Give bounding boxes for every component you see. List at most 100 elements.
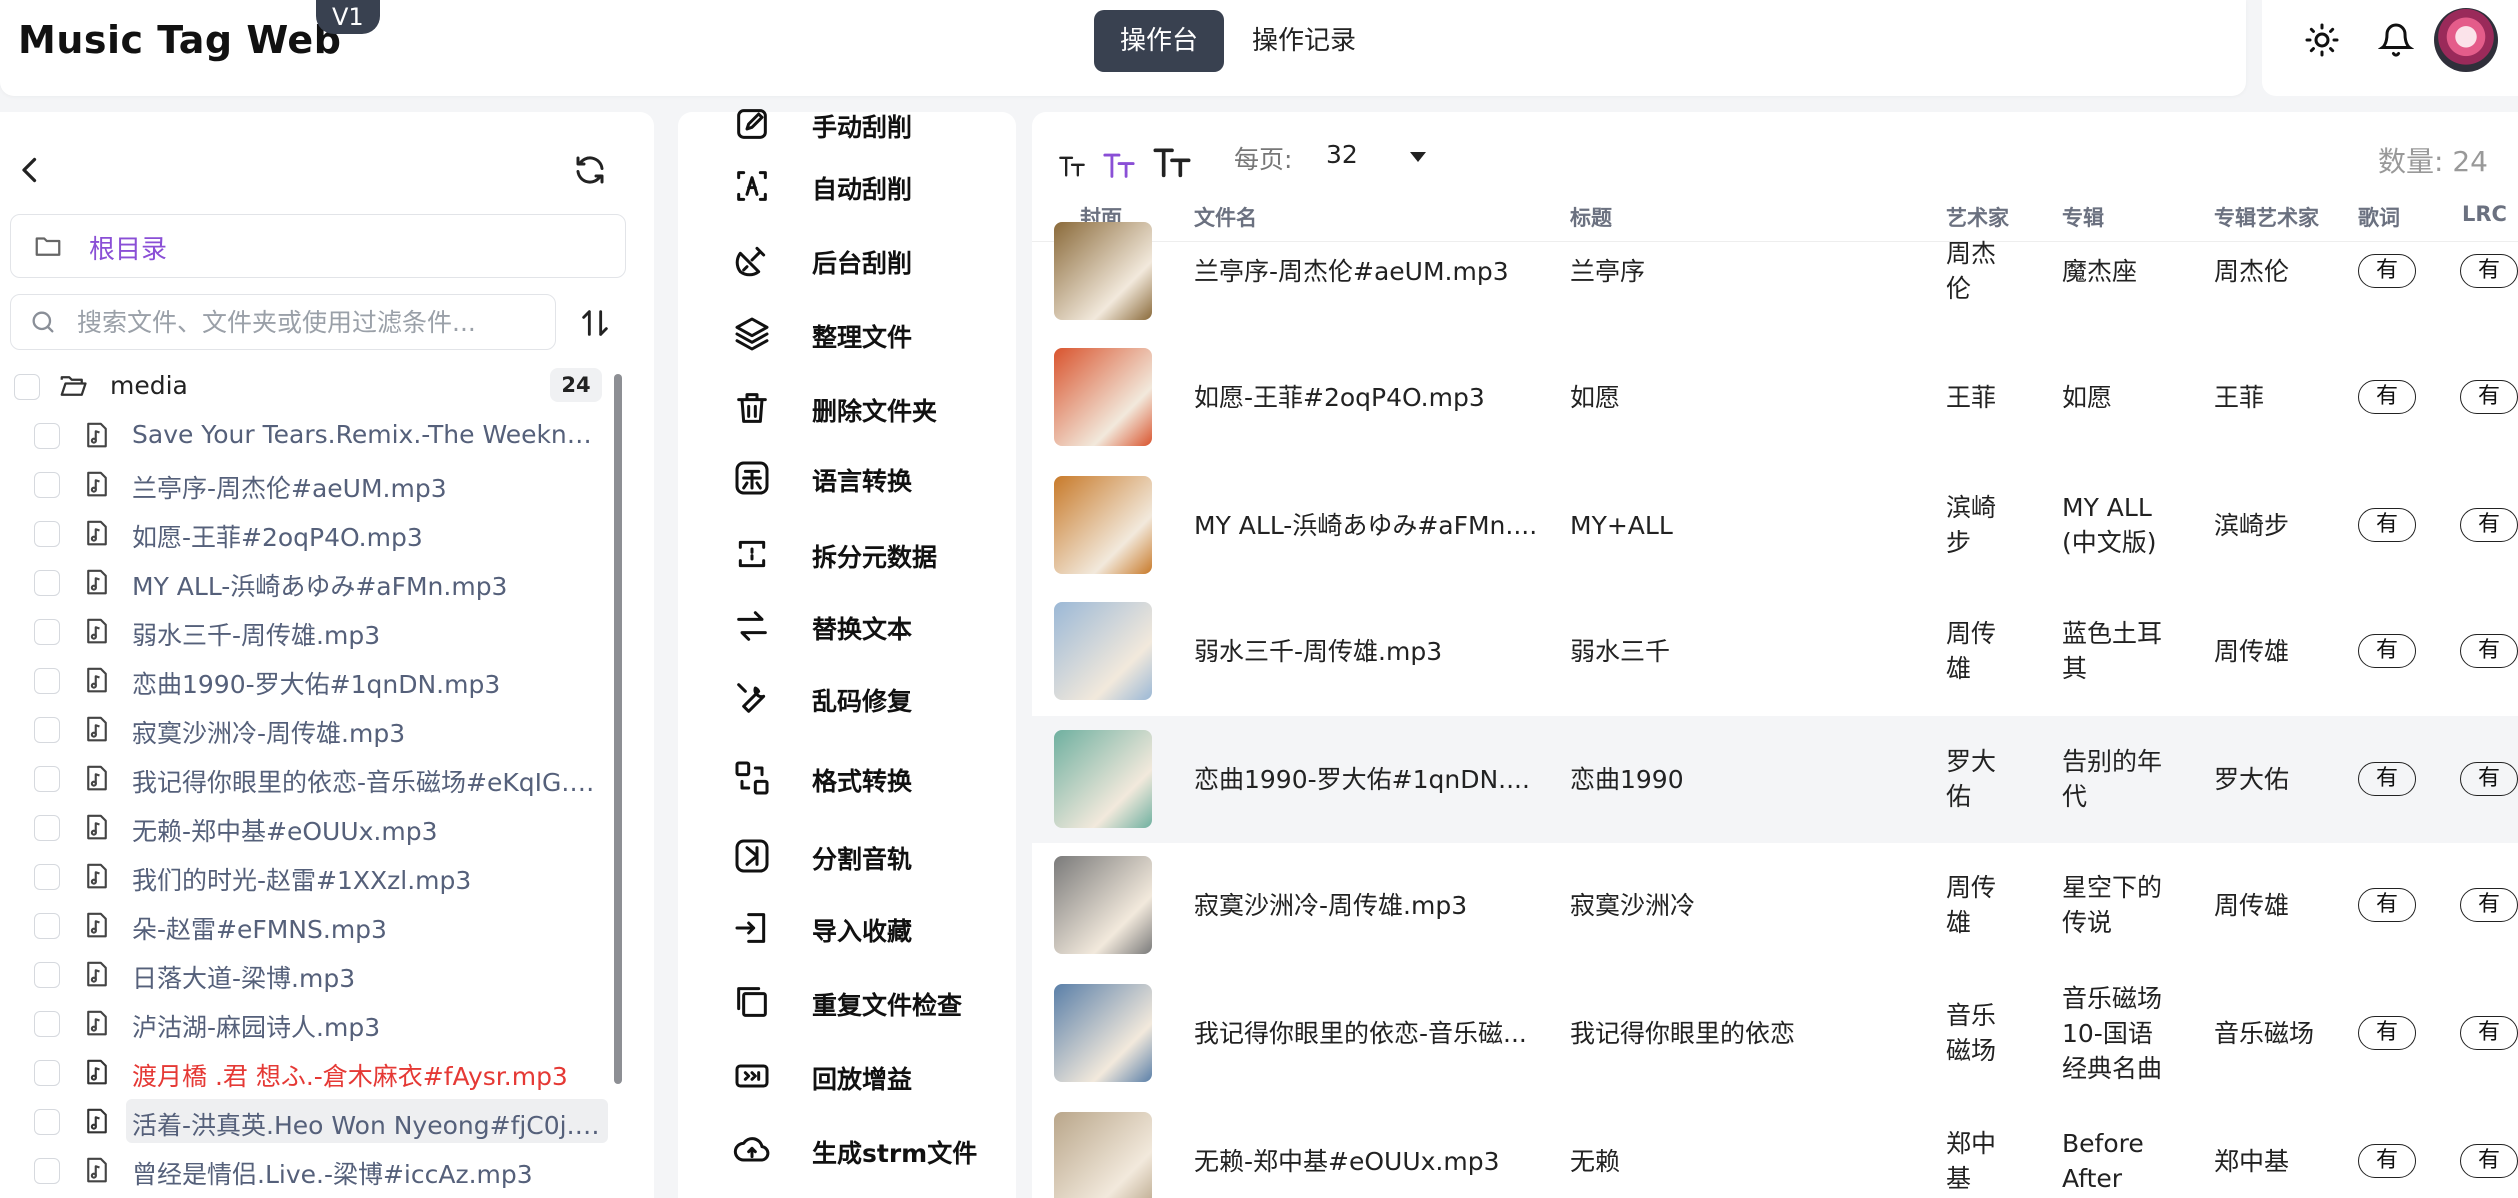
file-checkbox[interactable] xyxy=(34,717,60,743)
bell-icon[interactable] xyxy=(2378,22,2414,58)
tool-button[interactable]: 拆分元数据 xyxy=(678,524,1016,584)
file-checkbox[interactable] xyxy=(34,423,60,449)
lyrics-badge[interactable]: 有 xyxy=(2358,634,2416,668)
theme-sun-icon[interactable] xyxy=(2304,22,2340,58)
file-checkbox[interactable] xyxy=(34,472,60,498)
file-checkbox[interactable] xyxy=(34,962,60,988)
font-size-large-icon[interactable] xyxy=(1152,142,1192,182)
sort-icon[interactable] xyxy=(578,306,612,340)
file-row[interactable]: 寂寞沙洲冷-周传雄.mp3 xyxy=(0,705,620,754)
file-row[interactable]: 曾经是情侣.Live.-梁博#iccAz.mp3 xyxy=(0,1146,620,1195)
root-directory-button[interactable]: 根目录 xyxy=(10,214,626,278)
table-row[interactable]: 兰亭序-周杰伦#aeUM.mp3 兰亭序 周杰 伦 魔杰座 周杰伦 有 有 xyxy=(1032,208,2518,335)
search-field[interactable] xyxy=(10,294,556,350)
table-row[interactable]: 弱水三千-周传雄.mp3 弱水三千 周传 雄 蓝色土耳 其 周传雄 有 有 xyxy=(1032,588,2518,715)
table-row[interactable]: 无赖-郑中基#eOUUx.mp3 无赖 郑中 基 Before After 郑中基 有 有 xyxy=(1032,1098,2518,1198)
tool-button[interactable]: 回放增益 xyxy=(678,1046,1016,1106)
tool-button[interactable]: 分割音轨 xyxy=(678,826,1016,886)
album-cover[interactable] xyxy=(1054,856,1152,954)
tool-button[interactable]: 乱码修复 xyxy=(678,668,1016,728)
album-cover[interactable] xyxy=(1054,1112,1152,1198)
tab-console[interactable]: 操作台 xyxy=(1094,10,1225,72)
file-row[interactable]: 朵-赵雷#eFMNS.mp3 xyxy=(0,901,620,950)
lyrics-badge[interactable]: 有 xyxy=(2358,508,2416,542)
folder-row-media[interactable]: media 24 xyxy=(0,362,620,411)
file-row[interactable]: 无赖-郑中基#eOUUx.mp3 xyxy=(0,803,620,852)
file-row[interactable]: 恋曲1990-罗大佑#1qnDN.mp3 xyxy=(0,656,620,705)
tool-button[interactable]: 重复文件检查 xyxy=(678,972,1016,1032)
file-row[interactable]: 日落大道-梁博.mp3 xyxy=(0,950,620,999)
lyrics-badge[interactable]: 有 xyxy=(2358,254,2416,288)
file-checkbox[interactable] xyxy=(34,521,60,547)
table-row[interactable]: 如愿-王菲#2oqP4O.mp3 如愿 王菲 如愿 王菲 有 有 xyxy=(1032,334,2518,461)
tool-label: 重复文件检查 xyxy=(812,991,963,1020)
table-row[interactable]: MY ALL-浜崎あゆみ#aFMn.... MY+ALL 滨崎 步 MY ALL (中… xyxy=(1032,462,2518,589)
lyrics-badge[interactable]: 有 xyxy=(2358,380,2416,414)
lyrics-badge[interactable]: 有 xyxy=(2358,888,2416,922)
file-checkbox[interactable] xyxy=(34,913,60,939)
user-avatar[interactable] xyxy=(2434,8,2498,72)
tab-operation-log[interactable]: 操作记录 xyxy=(1226,10,1382,72)
refresh-icon[interactable] xyxy=(572,152,608,188)
album-cover[interactable] xyxy=(1054,476,1152,574)
file-row[interactable]: 弱水三千-周传雄.mp3 xyxy=(0,607,620,656)
chevron-left-icon[interactable] xyxy=(12,152,48,188)
table-row[interactable]: 我记得你眼里的依恋-音乐磁... 我记得你眼里的依恋 音乐 磁场 音乐磁场 10-国语… xyxy=(1032,970,2518,1097)
lrc-badge[interactable]: 有 xyxy=(2460,254,2518,288)
tool-button[interactable]: 手动刮削 xyxy=(678,94,1016,154)
file-checkbox[interactable] xyxy=(34,619,60,645)
album-cover[interactable] xyxy=(1054,348,1152,446)
tool-button[interactable]: 格式转换 xyxy=(678,748,1016,808)
file-checkbox[interactable] xyxy=(34,1060,60,1086)
tool-button[interactable]: 生成strm文件 xyxy=(678,1120,1016,1180)
tool-button[interactable]: 后台刮削 xyxy=(678,230,1016,290)
file-row[interactable]: MY ALL-浜崎あゆみ#aFMn.mp3 xyxy=(0,558,620,607)
tree-scrollbar[interactable] xyxy=(614,374,622,1084)
tool-button[interactable]: 自动刮削 xyxy=(678,156,1016,216)
album-cover[interactable] xyxy=(1054,602,1152,700)
album-cover[interactable] xyxy=(1054,984,1152,1082)
tool-button[interactable]: 导入收藏 xyxy=(678,898,1016,958)
file-row[interactable]: 活着-洪真英.Heo Won Nyeong#fjC0j.m... xyxy=(0,1097,620,1146)
lyrics-badge[interactable]: 有 xyxy=(2358,762,2416,796)
file-row[interactable]: 我记得你眼里的依恋-音乐磁场#eKqIG.m... xyxy=(0,754,620,803)
lyrics-badge[interactable]: 有 xyxy=(2358,1016,2416,1050)
caret-down-icon[interactable] xyxy=(1408,150,1428,164)
file-checkbox[interactable] xyxy=(34,570,60,596)
lrc-badge[interactable]: 有 xyxy=(2460,888,2518,922)
file-row[interactable]: 如愿-王菲#2oqP4O.mp3 xyxy=(0,509,620,558)
lrc-badge[interactable]: 有 xyxy=(2460,762,2518,796)
tool-button[interactable]: 整理文件 xyxy=(678,304,1016,364)
file-row[interactable]: 兰亭序-周杰伦#aeUM.mp3 xyxy=(0,460,620,509)
file-checkbox[interactable] xyxy=(34,1158,60,1184)
cell-title: MY+ALL xyxy=(1570,510,1673,540)
file-checkbox[interactable] xyxy=(34,1109,60,1135)
lrc-badge[interactable]: 有 xyxy=(2460,634,2518,668)
table-row[interactable]: 恋曲1990-罗大佑#1qnDN.... 恋曲1990 罗大 佑 告别的年 代 罗大佑 有… xyxy=(1032,716,2518,843)
tool-button[interactable]: 替换文本 xyxy=(678,596,1016,656)
file-checkbox[interactable] xyxy=(34,766,60,792)
font-size-medium-icon[interactable] xyxy=(1102,148,1136,182)
lyrics-badge[interactable]: 有 xyxy=(2358,1144,2416,1178)
file-row[interactable]: Save Your Tears.Remix.-The Weeknd.A... xyxy=(0,411,620,460)
file-checkbox[interactable] xyxy=(34,815,60,841)
album-cover[interactable] xyxy=(1054,730,1152,828)
file-checkbox[interactable] xyxy=(34,1011,60,1037)
lrc-badge[interactable]: 有 xyxy=(2460,380,2518,414)
file-row[interactable]: 渡月橋 .君 想ふ.-倉木麻衣#fAysr.mp3 xyxy=(0,1048,620,1097)
file-checkbox[interactable] xyxy=(34,864,60,890)
lrc-badge[interactable]: 有 xyxy=(2460,1144,2518,1178)
lrc-badge[interactable]: 有 xyxy=(2460,1016,2518,1050)
tool-button[interactable]: 语言转换 xyxy=(678,448,1016,508)
album-cover[interactable] xyxy=(1054,222,1152,320)
file-row[interactable]: 泸沽湖-麻园诗人.mp3 xyxy=(0,999,620,1048)
file-checkbox[interactable] xyxy=(34,668,60,694)
file-row[interactable]: 我们的时光-赵雷#1XXzl.mp3 xyxy=(0,852,620,901)
font-size-small-icon[interactable] xyxy=(1058,152,1086,180)
search-input[interactable] xyxy=(77,303,537,341)
per-page-select[interactable]: 32 xyxy=(1326,140,1358,169)
lrc-badge[interactable]: 有 xyxy=(2460,508,2518,542)
folder-checkbox[interactable] xyxy=(14,374,40,400)
tool-button[interactable]: 删除文件夹 xyxy=(678,378,1016,438)
table-row[interactable]: 寂寞沙洲冷-周传雄.mp3 寂寞沙洲冷 周传 雄 星空下的 传说 周传雄 有 有 xyxy=(1032,842,2518,969)
